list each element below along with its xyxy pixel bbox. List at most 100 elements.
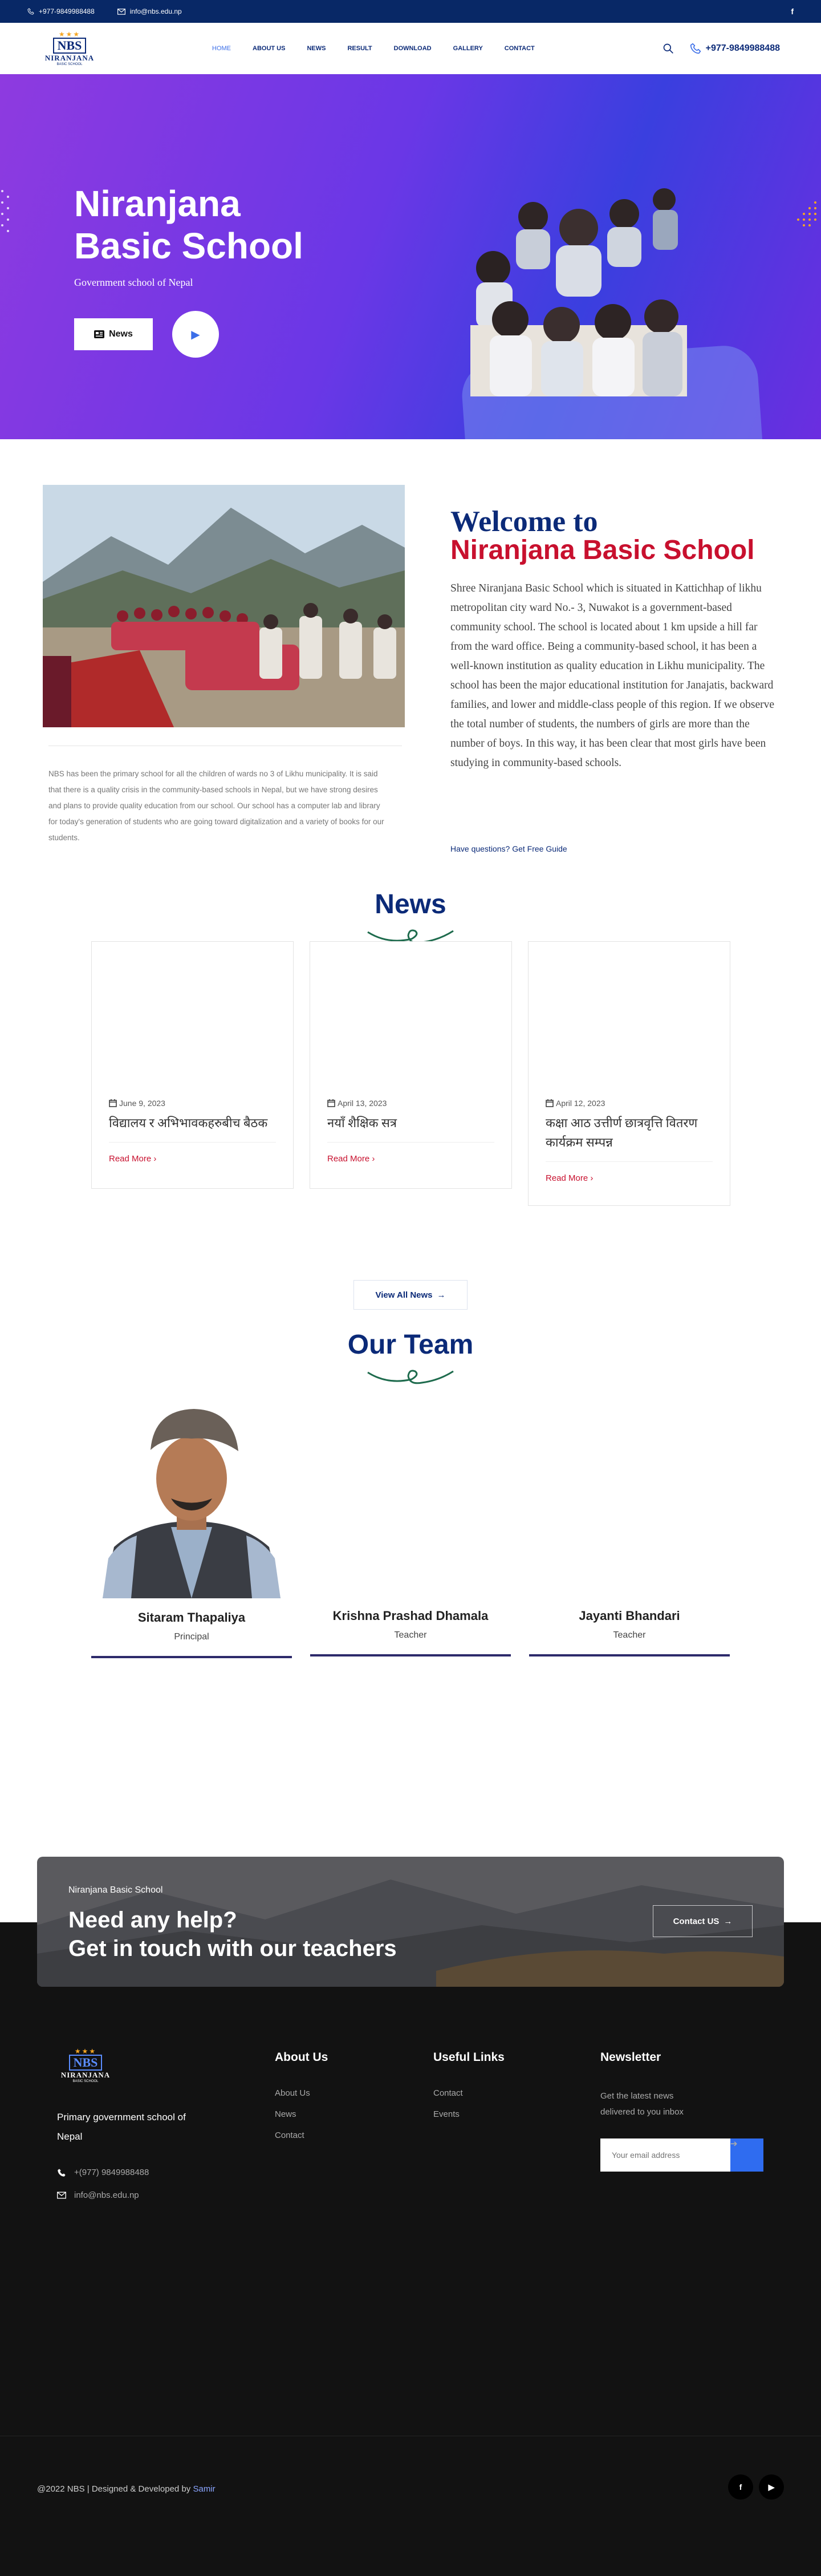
footer-link-about[interactable]: About Us bbox=[275, 2088, 328, 2098]
phone-icon bbox=[58, 2168, 66, 2177]
news-thumbnail bbox=[92, 942, 293, 1099]
team-member-card[interactable]: Jayanti Bhandari Teacher bbox=[529, 1609, 730, 1656]
hero-subtitle: Government school of Nepal bbox=[74, 277, 193, 288]
nav-item-result[interactable]: RESULT bbox=[347, 45, 372, 52]
arrow-right-icon: → bbox=[437, 1290, 446, 1300]
contact-us-label: Contact US bbox=[673, 1916, 720, 1926]
member-role: Teacher bbox=[613, 1630, 646, 1640]
footer-newsletter-column: Newsletter Get the latest news delivered… bbox=[600, 2051, 763, 2183]
news-card[interactable]: April 13, 2023 नयाँ शैक्षिक सत्र Read Mo… bbox=[310, 941, 512, 1189]
footer-phone[interactable]: +(977) 9849988488 bbox=[57, 2168, 149, 2177]
news-date-text: June 9, 2023 bbox=[119, 1099, 165, 1108]
questions-line: Have questions? Get Free Guide bbox=[450, 844, 567, 853]
logo-mark: ★★★ NBS NIRANJANA BASIC SCHOOL bbox=[57, 2048, 114, 2083]
banner-heading: Need any help? Get in touch with our tea… bbox=[68, 1906, 397, 1963]
phone-icon bbox=[690, 43, 701, 54]
mail-icon bbox=[57, 2192, 66, 2199]
banner-school-name: Niranjana Basic School bbox=[68, 1885, 163, 1895]
nav-item-contact[interactable]: CONTACT bbox=[505, 45, 535, 52]
news-section: News June 9, 2023 विद्यालय र अभिभावकहरुब… bbox=[0, 884, 821, 1329]
footer-email-text: info@nbs.edu.np bbox=[74, 2190, 139, 2200]
news-thumbnail bbox=[310, 942, 511, 1099]
news-card-title[interactable]: विद्यालय र अभिभावकहरुबीच बैठक bbox=[109, 1113, 276, 1143]
topbar-phone[interactable]: +977-9849988488 bbox=[27, 7, 95, 15]
site-footer: Niranjana Basic School Need any help? Ge… bbox=[0, 1857, 821, 2576]
newsletter-description: Get the latest news delivered to you inb… bbox=[600, 2091, 684, 2117]
banner-heading-line1: Need any help? bbox=[68, 1907, 237, 1933]
footer-email[interactable]: info@nbs.edu.np bbox=[57, 2190, 139, 2200]
header-right: +977-9849988488 bbox=[663, 43, 780, 54]
logo-sub: BASIC SCHOOL bbox=[56, 63, 83, 66]
topbar-email-text: info@nbs.edu.np bbox=[129, 7, 182, 15]
banner-heading-line2: Get in touch with our teachers bbox=[68, 1936, 397, 1961]
footer-link-contact[interactable]: Contact bbox=[275, 2131, 328, 2140]
member-underline bbox=[91, 1656, 292, 1658]
news-date: June 9, 2023 bbox=[109, 1099, 276, 1108]
read-more-link[interactable]: Read More › bbox=[109, 1154, 276, 1164]
news-date-text: April 13, 2023 bbox=[338, 1099, 387, 1108]
calendar-icon bbox=[327, 1099, 335, 1107]
footer-logo[interactable]: ★★★ NBS NIRANJANA BASIC SCHOOL bbox=[57, 2048, 114, 2083]
welcome-heading: Welcome to bbox=[450, 505, 598, 538]
squiggle-decoration-icon bbox=[367, 1370, 454, 1384]
nav-item-news[interactable]: NEWS bbox=[307, 45, 326, 52]
view-all-label: View All News bbox=[375, 1290, 433, 1300]
header-phone[interactable]: +977-9849988488 bbox=[690, 43, 780, 54]
member-role: Principal bbox=[174, 1632, 209, 1642]
newsletter-email-input[interactable] bbox=[600, 2138, 730, 2172]
news-title: News bbox=[375, 889, 446, 920]
nav-item-download[interactable]: DOWNLOAD bbox=[394, 45, 432, 52]
view-all-news-button[interactable]: View All News → bbox=[353, 1280, 468, 1310]
logo-stars-icon: ★★★ bbox=[58, 30, 81, 38]
nav-item-home[interactable]: HOME bbox=[212, 45, 231, 52]
welcome-body: Shree Niranjana Basic School which is si… bbox=[450, 582, 775, 769]
news-card-title[interactable]: कक्षा आठ उत्तीर्ण छात्रवृत्ति वितरण कार्… bbox=[546, 1113, 713, 1162]
news-thumbnail bbox=[529, 942, 730, 1099]
team-member-card[interactable]: Sitaram Thapaliya Principal bbox=[91, 1610, 292, 1658]
facebook-icon[interactable]: f bbox=[791, 7, 794, 16]
read-more-link[interactable]: Read More › bbox=[327, 1154, 494, 1164]
footer-useful-title: Useful Links bbox=[433, 2051, 505, 2064]
hero-title-line1: Niranjana bbox=[74, 183, 241, 224]
contact-us-button[interactable]: Contact US → bbox=[653, 1905, 753, 1937]
nav-item-about[interactable]: ABOUT US bbox=[253, 45, 285, 52]
facebook-icon[interactable]: f bbox=[728, 2474, 753, 2500]
footer-link-news[interactable]: News bbox=[275, 2109, 328, 2119]
footer-about-title: About Us bbox=[275, 2051, 328, 2064]
developer-link[interactable]: Samir bbox=[193, 2484, 215, 2494]
topbar-email[interactable]: info@nbs.edu.np bbox=[117, 7, 182, 15]
phone-icon bbox=[27, 8, 34, 15]
calendar-icon bbox=[546, 1099, 554, 1107]
questions-text: Have questions? bbox=[450, 844, 510, 853]
news-date: April 13, 2023 bbox=[327, 1099, 494, 1108]
read-more-text: Read More bbox=[327, 1154, 370, 1164]
news-card[interactable]: June 9, 2023 विद्यालय र अभिभावकहरुबीच बै… bbox=[91, 941, 294, 1189]
copyright: @2022 NBS | Designed & Developed by Sami… bbox=[37, 2484, 216, 2494]
member-name: Krishna Prashad Dhamala bbox=[332, 1609, 489, 1623]
logo-sub: BASIC SCHOOL bbox=[72, 2080, 99, 2083]
news-card[interactable]: April 12, 2023 कक्षा आठ उत्तीर्ण छात्रवृ… bbox=[528, 941, 730, 1206]
dots-decoration-icon bbox=[1, 190, 9, 232]
nav-item-gallery[interactable]: GALLERY bbox=[453, 45, 483, 52]
site-logo[interactable]: ★★★ NBS NIRANJANA BASIC SCHOOL bbox=[41, 31, 98, 66]
newspaper-icon bbox=[94, 330, 105, 338]
school-event-image bbox=[43, 485, 405, 727]
search-icon[interactable] bbox=[663, 43, 674, 54]
newsletter-submit-button[interactable]: ➔ bbox=[730, 2138, 763, 2172]
free-guide-link[interactable]: Get Free Guide bbox=[512, 844, 567, 853]
team-member-card[interactable]: Krishna Prashad Dhamala Teacher bbox=[310, 1609, 511, 1656]
hero-news-button[interactable]: News bbox=[74, 318, 153, 350]
footer-link-contact[interactable]: Contact bbox=[433, 2088, 505, 2098]
read-more-link[interactable]: Read More › bbox=[546, 1173, 713, 1183]
footer-link-events[interactable]: Events bbox=[433, 2109, 505, 2119]
contact-banner: Niranjana Basic School Need any help? Ge… bbox=[37, 1857, 784, 1987]
news-card-title[interactable]: नयाँ शैक्षिक सत्र bbox=[327, 1113, 494, 1143]
youtube-icon[interactable]: ▶ bbox=[759, 2474, 784, 2500]
dots-decoration-icon bbox=[797, 201, 816, 226]
play-video-button[interactable]: ▶ bbox=[172, 311, 219, 358]
mail-icon bbox=[117, 8, 125, 15]
footer-useful-column: Useful Links Contact Events bbox=[433, 2051, 505, 2131]
hero-section: Niranjana Basic School Government school… bbox=[0, 74, 821, 439]
logo-name: NIRANJANA bbox=[60, 2071, 111, 2079]
newsletter-form: ➔ bbox=[600, 2138, 763, 2183]
